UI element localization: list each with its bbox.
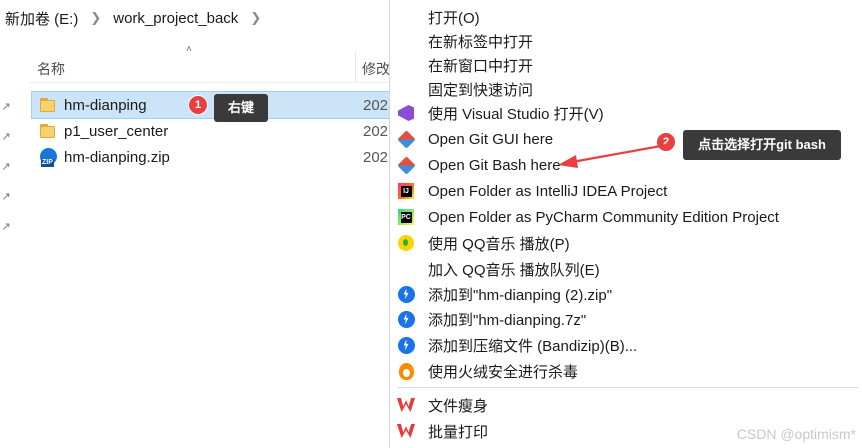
breadcrumb-drive[interactable]: 新加卷 (E:): [0, 8, 84, 29]
file-name: p1_user_center: [64, 122, 169, 140]
bandizip-icon: [397, 310, 415, 328]
pin-icon[interactable]: ↗: [0, 190, 12, 220]
git-gui-icon: [396, 129, 416, 149]
step-1-tooltip: 右键: [214, 94, 268, 122]
menu-item-label: 添加到"hm-dianping.7z": [428, 311, 587, 329]
context-menu: 打开(O) 在新标签中打开 在新窗口中打开 固定到快速访问 使用 Visual …: [389, 0, 862, 448]
pin-icon[interactable]: ↗: [0, 160, 12, 190]
chevron-right-icon[interactable]: ❯: [84, 10, 107, 26]
menu-item-label: 使用 Visual Studio 打开(V): [428, 105, 604, 123]
menu-item-add-to-archive[interactable]: 添加到压缩文件 (Bandizip)(B)...: [390, 332, 862, 358]
bandizip-icon: [397, 285, 415, 303]
file-date: 202: [363, 148, 389, 166]
file-list: hm-dianping 202 p1_user_center 202 ZIP h…: [31, 91, 391, 170]
wps-icon: [397, 396, 415, 414]
file-name: hm-dianping.zip: [64, 148, 170, 166]
column-divider[interactable]: [355, 52, 356, 82]
menu-item-open-new-tab[interactable]: 在新标签中打开: [390, 28, 862, 54]
menu-item-label: Open Git Bash here: [428, 156, 561, 174]
step-1-badge: 1: [188, 95, 208, 115]
menu-item-label: 打开(O): [428, 9, 480, 27]
intellij-idea-icon: IJ: [397, 182, 415, 200]
menu-item-label: 添加到压缩文件 (Bandizip)(B)...: [428, 337, 638, 355]
visual-studio-icon: [397, 104, 415, 122]
menu-item-label: 文件瘦身: [428, 397, 489, 415]
folder-icon: [40, 123, 58, 139]
menu-item-label: 在新窗口中打开: [428, 57, 534, 75]
pycharm-icon: PC: [397, 208, 415, 226]
pin-icon[interactable]: ↗: [0, 130, 12, 160]
folder-icon: [40, 97, 58, 113]
menu-item-label: 在新标签中打开: [428, 33, 534, 51]
quick-access-pins: ↗ ↗ ↗ ↗ ↗: [0, 100, 12, 250]
git-bash-icon: [396, 155, 416, 175]
zip-file-icon: ZIP: [40, 148, 58, 167]
menu-item-label: 添加到"hm-dianping (2).zip": [428, 286, 613, 304]
file-row-hm-dianping-zip[interactable]: ZIP hm-dianping.zip 202: [32, 144, 390, 170]
huorong-icon: [397, 362, 415, 380]
menu-item-label: 使用 QQ音乐 播放(P): [428, 235, 570, 253]
menu-item-label: 加入 QQ音乐 播放队列(E): [428, 261, 600, 279]
wps-icon: [397, 422, 415, 440]
menu-item-huorong-scan[interactable]: 使用火绒安全进行杀毒: [390, 358, 862, 384]
menu-item-pin-quick-access[interactable]: 固定到快速访问: [390, 76, 862, 102]
menu-item-open[interactable]: 打开(O): [390, 4, 862, 30]
file-explorer-pane: 新加卷 (E:) ❯ work_project_back ❯ ↗ ↗ ↗ ↗ ↗…: [0, 0, 391, 448]
step-2-tooltip: 点击选择打开git bash: [683, 130, 841, 160]
menu-item-file-slim[interactable]: 文件瘦身: [390, 392, 862, 418]
menu-item-intellij[interactable]: IJ Open Folder as IntelliJ IDEA Project: [390, 178, 862, 204]
watermark: CSDN @optimism*: [736, 426, 856, 442]
file-date: 202: [363, 122, 389, 140]
column-header: 名称 修改: [28, 52, 390, 83]
file-row-hm-dianping[interactable]: hm-dianping 202: [31, 91, 391, 119]
menu-item-label: Open Folder as PyCharm Community Edition…: [428, 208, 779, 226]
file-date: 202: [363, 96, 389, 114]
menu-item-label: Open Folder as IntelliJ IDEA Project: [428, 182, 668, 200]
bandizip-icon: [397, 336, 415, 354]
menu-item-label: 使用火绒安全进行杀毒: [428, 363, 579, 381]
pin-icon[interactable]: ↗: [0, 100, 12, 130]
menu-separator: [398, 387, 858, 388]
menu-item-add-to-7z[interactable]: 添加到"hm-dianping.7z": [390, 306, 862, 332]
menu-item-label: 固定到快速访问: [428, 81, 534, 99]
menu-item-open-visual-studio[interactable]: 使用 Visual Studio 打开(V): [390, 100, 862, 126]
menu-item-add-to-zip[interactable]: 添加到"hm-dianping (2).zip": [390, 281, 862, 307]
menu-item-qq-music-queue[interactable]: 加入 QQ音乐 播放队列(E): [390, 256, 862, 282]
pin-icon[interactable]: ↗: [0, 220, 12, 250]
step-2-badge: 2: [656, 132, 676, 152]
menu-item-pycharm[interactable]: PC Open Folder as PyCharm Community Edit…: [390, 204, 862, 230]
breadcrumb: 新加卷 (E:) ❯ work_project_back ❯: [0, 0, 390, 36]
column-header-date[interactable]: 修改: [362, 59, 390, 79]
menu-item-label: Open Git GUI here: [428, 130, 554, 148]
menu-item-open-new-window[interactable]: 在新窗口中打开: [390, 52, 862, 78]
file-row-p1-user-center[interactable]: p1_user_center 202: [32, 118, 390, 144]
breadcrumb-folder[interactable]: work_project_back: [107, 10, 244, 27]
file-name: hm-dianping: [64, 96, 147, 114]
menu-item-qq-music-play[interactable]: 使用 QQ音乐 播放(P): [390, 230, 862, 256]
qq-music-icon: [397, 234, 415, 252]
column-header-name[interactable]: 名称: [37, 59, 65, 79]
chevron-right-icon[interactable]: ❯: [244, 10, 267, 26]
menu-item-label: 批量打印: [428, 423, 489, 441]
